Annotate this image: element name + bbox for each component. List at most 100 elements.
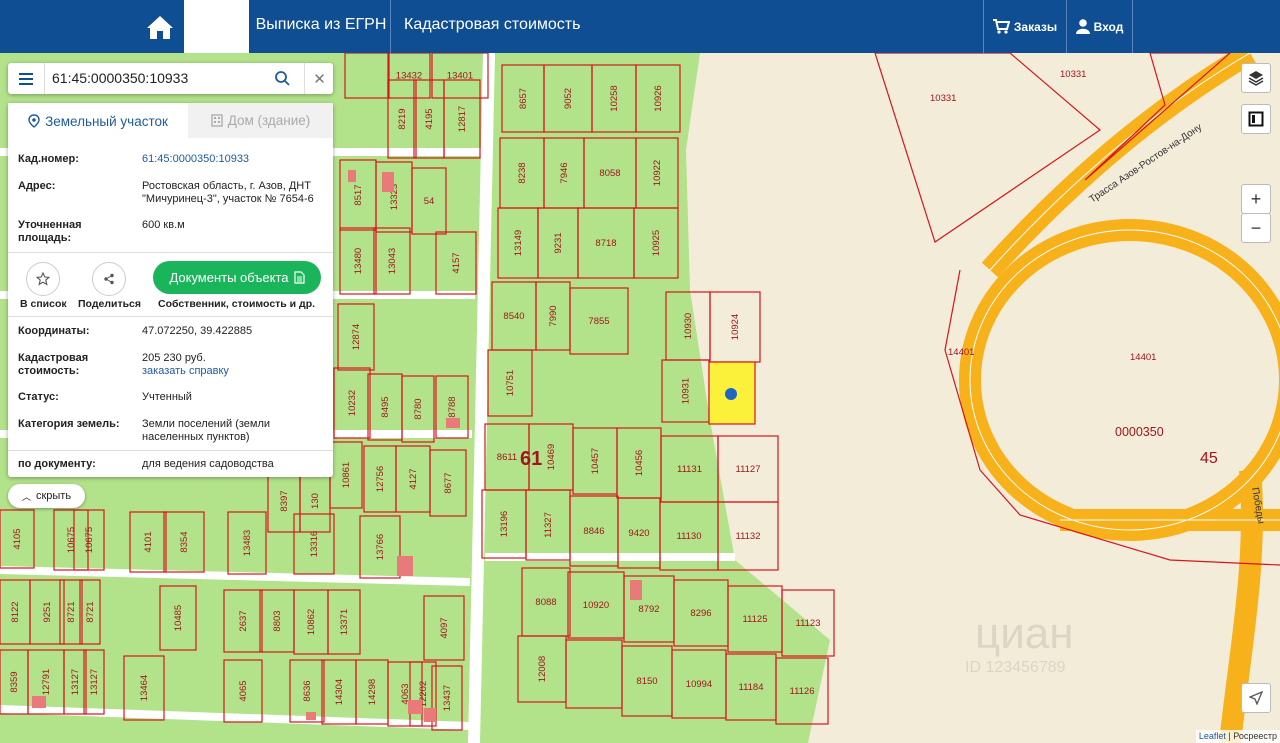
leaflet-link[interactable]: Leaflet [1199,731,1226,741]
order-certificate-link[interactable]: заказать справку [142,365,229,377]
plot-number-label: 8150 [636,676,657,687]
cost-label: Кадастровая стоимость: [18,352,138,378]
quarter-number: 61 [520,448,542,470]
zoom-out-button[interactable]: − [1241,213,1271,243]
large-plots [874,53,1280,566]
tab-map[interactable]: Карта [184,0,249,53]
fullscreen-button[interactable] [1241,104,1271,134]
plot-number-label: 12008 [537,656,548,682]
area-label-line1: Уточненная [18,219,82,231]
tab-egrn-extract[interactable]: Выписка из ЕГРН [252,0,391,53]
menu-button[interactable] [8,63,45,94]
doc-use-label: по документу: [18,458,96,470]
plot-number-label: 12817 [457,106,468,132]
plot-number-label: 8792 [638,604,659,615]
building-footprint [446,418,460,428]
plot-number-label: 4097 [439,617,450,638]
plot-number-label: 8058 [599,168,620,179]
road-centerlines [969,53,1280,531]
coords-label: Координаты: [18,325,90,337]
frame-icon [1248,111,1264,127]
plot-number-label: 7946 [559,162,570,183]
plot-number-label: 4101 [143,531,154,552]
close-icon: ✕ [313,70,326,88]
zoom-in-button[interactable]: + [1241,184,1271,214]
star-icon [36,272,50,286]
plot-number-label: 10931 [681,378,692,404]
plot-number-label: 8780 [413,398,424,419]
plot-number-label: 13316 [309,531,320,557]
plot-number-label: 7855 [588,316,609,327]
plot-number-label: 14298 [367,679,378,705]
hamburger-icon [19,72,33,85]
add-to-list-button[interactable] [26,262,60,296]
building-footprint [424,708,436,722]
plot-number-label: 11127 [735,464,760,475]
plot-number-label: 11126 [789,686,814,697]
plot-number-label: 11130 [676,531,701,542]
object-documents-caption: Собственник, стоимость и др. [158,298,316,310]
plot-number-label: 10485 [173,605,184,631]
district-number: 45 [1200,450,1218,467]
cad-number-value[interactable]: 61:45:0000350:10933 [142,153,322,166]
plot-number-label: 11132 [735,531,760,542]
divider [8,316,333,317]
search-input[interactable]: 61:45:0000350:10933 [52,70,188,86]
cost-label-line2: стоимость: [18,365,80,377]
parcel-number-label: 14401 [1130,352,1156,363]
status-label: Статус: [18,391,59,403]
home-button[interactable] [137,0,183,53]
plot-number-label: 11123 [795,618,820,629]
tab-house[interactable]: Дом (здание) [188,103,333,138]
plot-number-label: 8397 [279,490,290,511]
plot-number-label: 2637 [238,610,249,631]
plot-number-label: 10994 [686,679,712,690]
plot-number-label: 4157 [451,252,462,273]
layers-button[interactable] [1241,63,1271,93]
share-button[interactable] [92,262,126,296]
locate-button[interactable] [1241,683,1271,713]
plot-number-label: 10861 [341,462,352,488]
plot-number-label: 8122 [10,601,21,622]
divider [8,450,333,451]
plot-number-label: 10930 [683,313,694,339]
plot-number-label: 14304 [334,679,345,705]
login-button[interactable]: Вход [1066,0,1133,53]
plot-number-label: 9052 [563,88,574,109]
plot-number-label: 10232 [347,390,358,416]
object-documents-button[interactable]: Документы объекта [153,261,321,294]
plot-number-label: 8495 [380,396,391,417]
object-info-panel: Земельный участок Дом (здание) Кад.номер… [8,103,333,477]
plot-number-label: 4195 [424,108,435,129]
search-icon[interactable] [274,70,290,91]
coords-value: 47.072250, 39.422885 [142,325,253,337]
cost-label-line1: Кадастровая [18,352,89,364]
home-icon [147,15,173,39]
top-navbar: Карта Выписка из ЕГРН Кадастровая стоимо… [0,0,1280,53]
plot-number-label: 8517 [353,184,364,205]
share-label: Поделиться [78,298,142,310]
tab-land-plot[interactable]: Земельный участок [8,103,188,139]
watermark-name: циан [975,609,1074,658]
plot-number-label: 12756 [375,466,386,492]
orders-button[interactable]: Заказы [983,0,1066,53]
tab-cadastral-cost[interactable]: Кадастровая стоимость [404,0,580,53]
plot-number-label: 10675 [84,527,95,553]
category-value: Земли поселений (земли населенных пункто… [142,418,271,443]
building-footprint [630,580,642,600]
hide-panel-button[interactable]: ︿ скрыть [8,484,85,508]
watermark-logo: циан ID 123456789 [965,609,1074,676]
cart-icon [992,19,1010,34]
building-footprint [32,696,46,708]
doc-use-value: для ведения садоводства [142,458,274,470]
building-footprint [397,556,413,576]
building-footprint [348,170,356,182]
plot-number-label: 8721 [66,601,77,622]
plot-number-label: 13464 [139,675,150,701]
plot-number-label: 8846 [583,526,604,537]
parcel-number-label: 10331 [1060,69,1086,80]
object-documents-label: Документы объекта [169,270,289,285]
clear-search-button[interactable]: ✕ [304,63,334,94]
area-value: 600 кв.м [142,219,185,231]
building-footprint [382,172,394,192]
